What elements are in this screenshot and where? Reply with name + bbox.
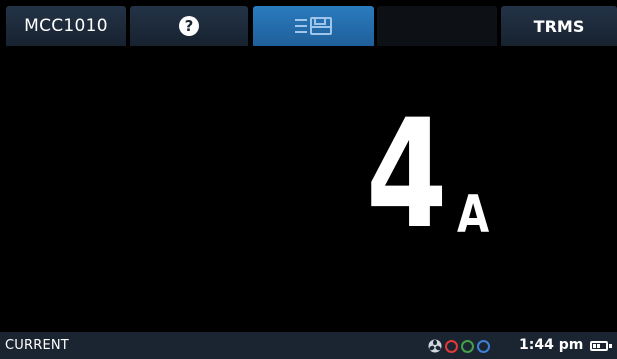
status-icons: [428, 338, 490, 354]
red-ring-icon: [445, 339, 458, 353]
model-label: MCC1010: [24, 16, 108, 36]
reading-value: 4: [366, 88, 448, 262]
battery-icon: [590, 341, 608, 351]
clock-time: 1:44 pm: [519, 337, 584, 353]
model-tab[interactable]: MCC1010: [6, 6, 126, 46]
top-tab-bar: MCC1010 ? TRMS: [0, 0, 617, 46]
reading-unit: A: [457, 185, 490, 245]
status-bar: CURRENT 1:44 pm: [0, 332, 617, 359]
blue-ring-icon: [477, 339, 490, 353]
measurement-mode-label: CURRENT: [5, 338, 69, 353]
fan-icon: [428, 339, 442, 353]
meter-screen: MCC1010 ? TRMS 4 A CURRENT 1:44 pm: [0, 0, 617, 359]
measurement-display: 4 A: [0, 46, 617, 332]
trms-mode-tab[interactable]: TRMS: [501, 6, 617, 46]
mode-label: TRMS: [533, 16, 585, 36]
help-tab[interactable]: ?: [130, 6, 248, 46]
question-mark-icon: ?: [179, 16, 199, 36]
menu-save-tab[interactable]: [253, 6, 374, 46]
empty-tab[interactable]: [377, 6, 497, 46]
battery-tip: [609, 344, 612, 348]
green-ring-icon: [461, 339, 474, 353]
menu-save-icon: [294, 17, 332, 35]
